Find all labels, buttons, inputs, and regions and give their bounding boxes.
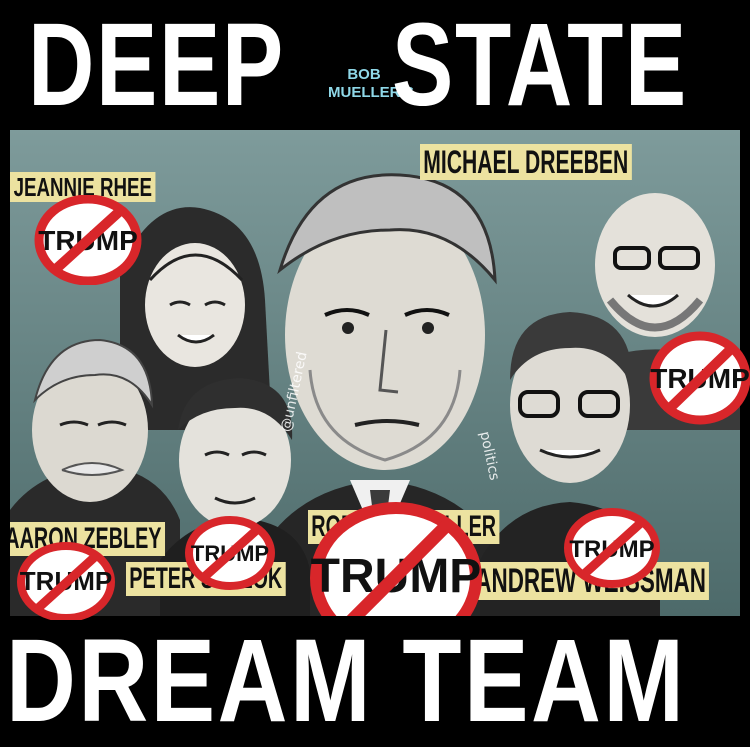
title-small-line-2: MUELLER'S (328, 84, 415, 101)
title-word-deep: DEEP (28, 0, 285, 131)
no-trump-badge-strzok: TRUMP (184, 515, 276, 591)
no-trump-badge-weissman: TRUMP (562, 506, 662, 590)
no-trump-badge-dreeben: TRUMP (648, 330, 750, 425)
title-small-line-1: BOB (347, 66, 381, 83)
poster: DEEP BOB MUELLER'S STATE @unfiltered pol… (0, 0, 750, 744)
title-small-bob-muellers: BOB MUELLER'S (328, 66, 415, 102)
top-title: DEEP BOB MUELLER'S STATE (0, 4, 750, 132)
title-word-state: STATE (392, 0, 688, 131)
no-trump-badge-mueller: TRUMP (306, 496, 486, 616)
label-michael-dreeben: MICHAEL DREEBEN (420, 144, 632, 180)
no-trump-badge-zebley: TRUMP (16, 540, 116, 620)
bottom-title: DREAM TEAM (0, 618, 750, 744)
no-trump-badge-jeannie: TRUMP (34, 195, 142, 285)
title-dream-team: DREAM TEAM (6, 615, 687, 747)
